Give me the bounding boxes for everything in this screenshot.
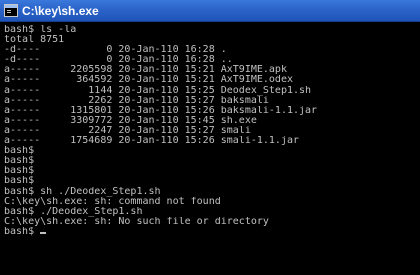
- terminal-line: a----- 364592 20-Jan-110 15:21 AxT9IME.o…: [4, 75, 293, 86]
- terminal-line: C:\key\sh.exe: sh: No such file or direc…: [4, 216, 269, 227]
- terminal-line: bash$ sh ./Deodex_Step1.sh: [4, 186, 161, 197]
- terminal-line: -d---- 0 20-Jan-110 16:28 .: [4, 45, 227, 56]
- terminal-line: bash$: [4, 176, 35, 187]
- terminal-line: a----- 2205598 20-Jan-110 15:21 AxT9IME.…: [4, 65, 287, 76]
- terminal-line: a----- 1144 20-Jan-110 15:25 Deodex_Step…: [4, 85, 312, 96]
- terminal-line: a----- 2247 20-Jan-110 15:27 smali: [4, 125, 251, 136]
- terminal-line: bash$ ./Deodex_Step1.sh: [4, 206, 143, 217]
- console-app-icon[interactable]: [4, 4, 18, 17]
- window-title: C:\key\sh.exe: [22, 4, 99, 18]
- terminal-line: a----- 2262 20-Jan-110 15:27 baksmali: [4, 95, 269, 106]
- terminal-line: bash$: [4, 156, 35, 167]
- terminal-line: a----- 1315801 20-Jan-110 15:26 baksmali…: [4, 105, 318, 116]
- current-prompt-line[interactable]: bash$: [4, 227, 416, 237]
- terminal-line: a----- 1754689 20-Jan-110 15:26 smali-1.…: [4, 136, 300, 147]
- console-window: C:\key\sh.exe bash$ ls -la total 8751 -d…: [0, 0, 420, 275]
- terminal-output[interactable]: bash$ ls -la total 8751 -d---- 0 20-Jan-…: [4, 25, 416, 273]
- terminal-line: bash$ ls -la: [4, 25, 77, 35]
- terminal-line: bash$: [4, 166, 35, 177]
- terminal-line: total 8751: [4, 35, 65, 46]
- title-bar[interactable]: C:\key\sh.exe: [0, 0, 420, 22]
- terminal-line: C:\key\sh.exe: sh: command not found: [4, 196, 221, 207]
- current-prompt: bash$: [4, 226, 41, 237]
- terminal-line: -d---- 0 20-Jan-110 16:28 ..: [4, 55, 233, 66]
- terminal-line: bash$: [4, 146, 35, 157]
- terminal-line: a----- 3309772 20-Jan-110 15:45 sh.exe: [4, 115, 257, 126]
- text-cursor: [40, 231, 47, 234]
